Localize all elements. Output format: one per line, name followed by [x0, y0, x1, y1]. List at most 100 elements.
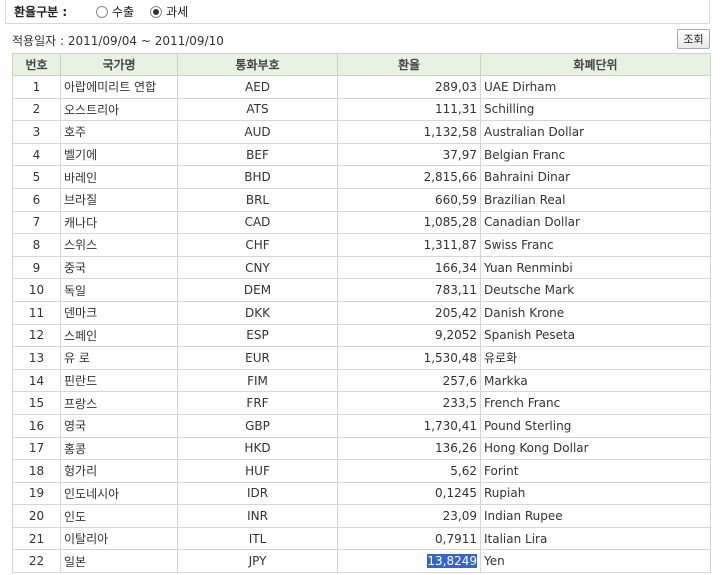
filter-label: 환율구분 : — [14, 5, 68, 19]
table-row: 18 헝가리 HUF 5,62 Forint — [12, 459, 711, 483]
cell-rate: 1,730,41 — [337, 413, 481, 438]
cell-currency-unit: Pound Sterling — [480, 413, 711, 438]
cell-currency-unit: Deutsche Mark — [480, 278, 711, 302]
table-row: 12 스페인 ESP 9,2052 Spanish Peseta — [12, 323, 711, 348]
cell-currency-code: EUR — [177, 346, 338, 370]
cell-number: 3 — [12, 120, 61, 144]
table-row: 17 홍콩 HKD 136,26 Hong Kong Dollar — [12, 436, 711, 461]
cell-country: 바레인 — [60, 165, 178, 189]
cell-currency-code: DEM — [177, 278, 338, 302]
cell-rate: 1,132,58 — [337, 120, 481, 144]
cell-number: 16 — [12, 413, 61, 438]
cell-country: 독일 — [60, 278, 178, 302]
cell-number: 11 — [12, 300, 61, 325]
radio-taxation-icon[interactable] — [150, 5, 163, 18]
table-row: 15 프랑스 FRF 233,5 French Franc — [12, 391, 711, 415]
cell-currency-unit: Australian Dollar — [480, 120, 711, 144]
cell-number: 13 — [12, 346, 61, 370]
cell-rate: 5,62 — [337, 459, 481, 483]
cell-country: 스페인 — [60, 323, 178, 348]
cell-number: 1 — [12, 75, 61, 99]
cell-country: 프랑스 — [60, 391, 178, 415]
cell-rate: 233,5 — [337, 391, 481, 415]
cell-rate: 136,26 — [337, 436, 481, 461]
cell-number: 6 — [12, 187, 61, 212]
cell-rate: 1,530,48 — [337, 346, 481, 370]
cell-currency-unit: Yen — [480, 549, 711, 574]
cell-number: 21 — [12, 526, 61, 551]
cell-rate: 13,8249 — [337, 549, 481, 574]
cell-country: 이탈리아 — [60, 526, 178, 551]
cell-country: 영국 — [60, 413, 178, 438]
cell-currency-code: ITL — [177, 526, 338, 551]
cell-country: 벨기에 — [60, 142, 178, 167]
cell-currency-code: BRL — [177, 187, 338, 212]
cell-currency-unit: Italian Lira — [480, 526, 711, 551]
cell-currency-code: CNY — [177, 255, 338, 280]
cell-currency-code: JPY — [177, 549, 338, 574]
cell-currency-code: AED — [177, 75, 338, 99]
cell-currency-unit: Markka — [480, 368, 711, 393]
cell-currency-code: BEF — [177, 142, 338, 167]
cell-number: 2 — [12, 97, 61, 122]
cell-currency-code: FRF — [177, 391, 338, 415]
cell-number: 18 — [12, 459, 61, 483]
cell-country: 스위스 — [60, 233, 178, 257]
table-row: 10 독일 DEM 783,11 Deutsche Mark — [12, 278, 711, 302]
cell-rate: 0,7911 — [337, 526, 481, 551]
radio-export[interactable]: 수출 — [96, 3, 134, 20]
cell-number: 17 — [12, 436, 61, 461]
cell-rate: 257,6 — [337, 368, 481, 393]
cell-currency-unit: Swiss Franc — [480, 233, 711, 257]
cell-country: 브라질 — [60, 187, 178, 212]
date-range: 적용일자 : 2011/09/04 ~ 2011/09/10 — [12, 32, 224, 49]
cell-country: 캐나다 — [60, 210, 178, 235]
cell-currency-code: IDR — [177, 481, 338, 506]
cell-currency-code: DKK — [177, 300, 338, 325]
cell-rate: 289,03 — [337, 75, 481, 99]
cell-country: 핀란드 — [60, 368, 178, 393]
cell-country: 중국 — [60, 255, 178, 280]
radio-taxation[interactable]: 과세 — [150, 3, 188, 20]
cell-rate: 783,11 — [337, 278, 481, 302]
cell-number: 5 — [12, 165, 61, 189]
cell-rate: 166,34 — [337, 255, 481, 280]
cell-currency-code: BHD — [177, 165, 338, 189]
cell-currency-unit: Hong Kong Dollar — [480, 436, 711, 461]
cell-currency-code: GBP — [177, 413, 338, 438]
search-button[interactable]: 조회 — [677, 29, 710, 49]
selected-rate-text: 13,8249 — [427, 554, 477, 569]
cell-rate: 205,42 — [337, 300, 481, 325]
cell-currency-unit: UAE Dirham — [480, 75, 711, 99]
header-country: 국가명 — [60, 53, 178, 76]
cell-number: 14 — [12, 368, 61, 393]
table-row: 21 이탈리아 ITL 0,7911 Italian Lira — [12, 526, 711, 551]
table-row: 5 바레인 BHD 2,815,66 Bahraini Dinar — [12, 165, 711, 189]
table-row: 11 덴마크 DKK 205,42 Danish Krone — [12, 300, 711, 325]
table-row: 9 중국 CNY 166,34 Yuan Renminbi — [12, 255, 711, 280]
cell-number: 8 — [12, 233, 61, 257]
table-row: 6 브라질 BRL 660,59 Brazilian Real — [12, 187, 711, 212]
cell-currency-unit: Rupiah — [480, 481, 711, 506]
exchange-type-filter: 환율구분 : 수출 과세 — [5, 0, 710, 24]
cell-currency-code: CHF — [177, 233, 338, 257]
cell-currency-unit: 유로화 — [480, 346, 711, 370]
cell-rate: 9,2052 — [337, 323, 481, 348]
cell-country: 오스트리아 — [60, 97, 178, 122]
cell-rate: 0,1245 — [337, 481, 481, 506]
cell-number: 7 — [12, 210, 61, 235]
cell-rate: 1,085,28 — [337, 210, 481, 235]
cell-currency-unit: Belgian Franc — [480, 142, 711, 167]
cell-number: 20 — [12, 504, 61, 528]
date-range-start: 2011/09/04 — [67, 34, 138, 48]
cell-currency-code: CAD — [177, 210, 338, 235]
cell-currency-unit: Brazilian Real — [480, 187, 711, 212]
date-range-end: 2011/09/10 — [154, 34, 224, 48]
cell-rate: 1,311,87 — [337, 233, 481, 257]
radio-export-icon[interactable] — [96, 5, 108, 18]
table-row: 3 호주 AUD 1,132,58 Australian Dollar — [12, 120, 711, 144]
table-row: 19 인도네시아 IDR 0,1245 Rupiah — [12, 481, 711, 506]
cell-country: 일본 — [60, 549, 178, 574]
cell-number: 22 — [12, 549, 61, 574]
cell-currency-code: ATS — [177, 97, 338, 122]
